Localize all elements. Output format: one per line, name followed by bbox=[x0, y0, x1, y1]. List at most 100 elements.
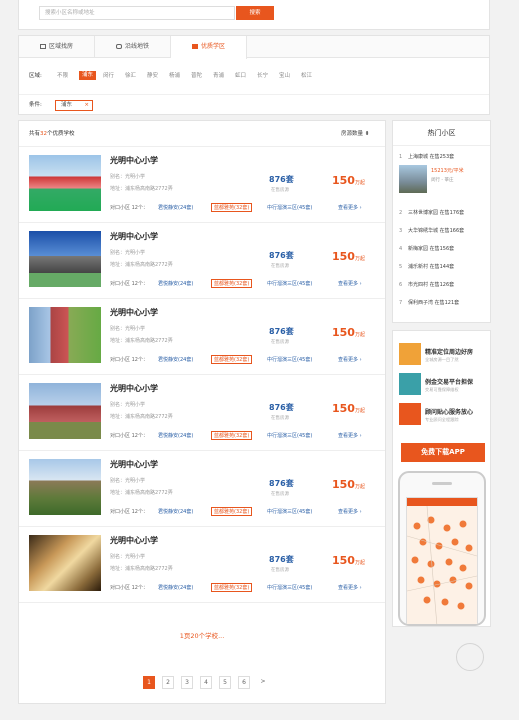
matched-communities: 对口小区 12个： 君悦静安(24套) 蓝都雅苑(32套) 中行溜演三区(45套) 查看… bbox=[110, 431, 382, 442]
listing-count: 876套 bbox=[269, 555, 294, 564]
community-link[interactable]: 中行溜演三区(45套) bbox=[267, 356, 312, 363]
school-name[interactable]: 光明中心小学 bbox=[110, 535, 158, 546]
district-option[interactable]: 徐汇 bbox=[125, 66, 136, 86]
school-row[interactable]: 光明中心小学 别名：光明小学 地址：浦东杨高南路2772弄 876套 在售房源 150万起… bbox=[19, 299, 385, 375]
school-name[interactable]: 光明中心小学 bbox=[110, 155, 158, 166]
school-photo[interactable] bbox=[29, 535, 101, 591]
school-row[interactable]: 光明中心小学 别名：光明小学 地址：浦东杨高南路2772弄 876套 在售房源 150万起… bbox=[19, 527, 385, 603]
view-more-link[interactable]: 查看更多 › bbox=[338, 432, 362, 439]
district-option[interactable]: 虹口 bbox=[235, 66, 246, 86]
shield-icon bbox=[399, 373, 421, 395]
community-thumbnail[interactable] bbox=[399, 165, 427, 193]
view-more-link[interactable]: 查看更多 › bbox=[338, 356, 362, 363]
community-link[interactable]: 蓝都雅苑(32套) bbox=[211, 507, 253, 516]
view-more-link[interactable]: 查看更多 › bbox=[338, 508, 362, 515]
school-alias: 别名：光明小学 bbox=[110, 554, 146, 560]
hot-item[interactable]: 5 浦乐新村 在售144套 bbox=[399, 263, 487, 273]
community-link[interactable]: 中行溜演三区(45套) bbox=[267, 584, 312, 591]
hot-item-1[interactable]: 1 上海康城 在售253套 bbox=[399, 153, 487, 163]
school-row[interactable]: 光明中心小学 别名：光明小学 地址：浦东杨高南路2772弄 876套 在售房源 150万起… bbox=[19, 147, 385, 223]
more-schools-link[interactable]: 1页20个学校... bbox=[19, 630, 385, 640]
school-name[interactable]: 光明中心小学 bbox=[110, 383, 158, 394]
district-option-selected[interactable]: 浦东 bbox=[79, 71, 97, 80]
school-photo[interactable] bbox=[29, 155, 101, 211]
view-more-link[interactable]: 查看更多 › bbox=[338, 280, 362, 287]
page-6[interactable]: 6 bbox=[238, 676, 250, 689]
school-photo[interactable] bbox=[29, 231, 101, 287]
feature-location: 精准定位周边好房 全城房源一目了然 bbox=[399, 343, 487, 369]
community-link[interactable]: 中行溜演三区(45套) bbox=[267, 204, 312, 211]
matched-communities: 对口小区 12个： 君悦静安(24套) 蓝都雅苑(32套) 中行溜演三区(45套) 查看… bbox=[110, 203, 382, 214]
school-row[interactable]: 光明中心小学 别名：光明小学 地址：浦东杨高南路2772弄 876套 在售房源 150万起… bbox=[19, 451, 385, 527]
school-address: 地址：浦东杨高南路2772弄 bbox=[110, 186, 173, 192]
community-link[interactable]: 君悦静安(24套) bbox=[158, 280, 193, 287]
community-link[interactable]: 蓝都雅苑(32套) bbox=[211, 355, 253, 364]
school-photo[interactable] bbox=[29, 459, 101, 515]
feature-guarantee: 例金交易平台担保 交易可靠保障维权 bbox=[399, 373, 487, 399]
district-option[interactable]: 松江 bbox=[301, 66, 312, 86]
district-option[interactable]: 青浦 bbox=[213, 66, 224, 86]
page-2[interactable]: 2 bbox=[162, 676, 174, 689]
community-link[interactable]: 君悦静安(24套) bbox=[158, 508, 193, 515]
community-link[interactable]: 蓝都雅苑(32套) bbox=[211, 583, 253, 592]
tab-area[interactable]: 区域找房 bbox=[19, 36, 95, 58]
filter-panel: 区域找房 沿线地铁 优质学区 区域: 不限 浦东 闵行 徐汇 静安 杨浦 普陀 … bbox=[18, 35, 490, 115]
tab-label: 优质学区 bbox=[200, 43, 225, 50]
school-name[interactable]: 光明中心小学 bbox=[110, 231, 158, 242]
district-option[interactable]: 不限 bbox=[57, 66, 68, 86]
district-option[interactable]: 杨浦 bbox=[169, 66, 180, 86]
condition-tag-label: 浦东 bbox=[61, 102, 73, 108]
matched-label: 对口小区 12个： bbox=[110, 205, 148, 211]
school-icon bbox=[191, 44, 198, 49]
hot-title: 热门小区 bbox=[393, 121, 490, 146]
district-option[interactable]: 静安 bbox=[147, 66, 158, 86]
district-option[interactable]: 宝山 bbox=[279, 66, 290, 86]
matched-label: 对口小区 12个： bbox=[110, 357, 148, 363]
school-name[interactable]: 光明中心小学 bbox=[110, 459, 158, 470]
view-more-link[interactable]: 查看更多 › bbox=[338, 584, 362, 591]
search-button[interactable]: 搜索 bbox=[236, 6, 274, 20]
tab-school[interactable]: 优质学区 bbox=[171, 36, 247, 59]
community-link[interactable]: 君悦静安(24套) bbox=[158, 584, 193, 591]
page-1[interactable]: 1 bbox=[143, 676, 155, 689]
hot-item[interactable]: 6 市光四村 在售126套 bbox=[399, 281, 487, 291]
community-link[interactable]: 中行溜演三区(45套) bbox=[267, 280, 312, 287]
community-link[interactable]: 君悦静安(24套) bbox=[158, 356, 193, 363]
community-link[interactable]: 中行溜演三区(45套) bbox=[267, 432, 312, 439]
community-link[interactable]: 君悦静安(24套) bbox=[158, 432, 193, 439]
page-4[interactable]: 4 bbox=[200, 676, 212, 689]
feature-advisor: 顾问贴心服务放心 专业顾问全程跟踪 bbox=[399, 403, 487, 429]
community-link[interactable]: 蓝都雅苑(32套) bbox=[211, 279, 253, 288]
district-filter: 区域: 不限 浦东 闵行 徐汇 静安 杨浦 普陀 青浦 虹口 长宁 宝山 松江 bbox=[19, 66, 489, 86]
next-page-button[interactable]: > bbox=[257, 676, 269, 689]
close-icon[interactable]: × bbox=[84, 101, 89, 110]
hot-item[interactable]: 7 保利西子湾 在售121套 bbox=[399, 299, 487, 309]
matched-label: 对口小区 12个： bbox=[110, 281, 148, 287]
hot-item[interactable]: 3 大华锦绣华城 在售166套 bbox=[399, 227, 487, 237]
school-name[interactable]: 光明中心小学 bbox=[110, 307, 158, 318]
view-more-link[interactable]: 查看更多 › bbox=[338, 204, 362, 211]
community-link[interactable]: 蓝都雅苑(32套) bbox=[211, 431, 253, 440]
page-3[interactable]: 3 bbox=[181, 676, 193, 689]
school-address: 地址：浦东杨高南路2772弄 bbox=[110, 262, 173, 268]
back-to-top-icon[interactable] bbox=[456, 643, 484, 671]
download-app-button[interactable]: 免费下载APP bbox=[401, 443, 485, 462]
page-5[interactable]: 5 bbox=[219, 676, 231, 689]
search-input[interactable]: 搜索小区名称或地址 bbox=[39, 6, 235, 20]
condition-tag[interactable]: 浦东 × bbox=[55, 100, 93, 111]
community-link[interactable]: 中行溜演三区(45套) bbox=[267, 508, 312, 515]
school-photo[interactable] bbox=[29, 307, 101, 363]
school-row[interactable]: 光明中心小学 别名：光明小学 地址：浦东杨高南路2772弄 876套 在售房源 150万起… bbox=[19, 223, 385, 299]
hot-item[interactable]: 4 新梅家园 在售156套 bbox=[399, 245, 487, 255]
community-link[interactable]: 君悦静安(24套) bbox=[158, 204, 193, 211]
phone-speaker bbox=[432, 482, 452, 485]
hot-item[interactable]: 2 三林世博家园 在售176套 bbox=[399, 209, 487, 219]
district-option[interactable]: 普陀 bbox=[191, 66, 202, 86]
sort-by-count[interactable]: 房源数量 ⬍ bbox=[341, 121, 369, 147]
district-option[interactable]: 闵行 bbox=[103, 66, 114, 86]
school-photo[interactable] bbox=[29, 383, 101, 439]
tab-subway[interactable]: 沿线地铁 bbox=[95, 36, 171, 58]
school-row[interactable]: 光明中心小学 别名：光明小学 地址：浦东杨高南路2772弄 876套 在售房源 150万起… bbox=[19, 375, 385, 451]
community-link[interactable]: 蓝都雅苑(32套) bbox=[211, 203, 253, 212]
district-option[interactable]: 长宁 bbox=[257, 66, 268, 86]
